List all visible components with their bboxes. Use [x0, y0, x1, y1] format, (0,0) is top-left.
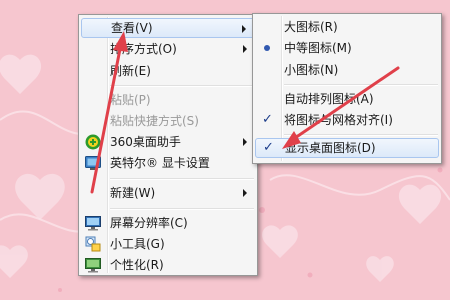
annotation-arrows — [90, 31, 400, 194]
arrowhead-icon — [113, 31, 128, 52]
annotation-arrow-view — [90, 42, 123, 194]
arrowhead-icon — [282, 131, 301, 149]
annotation-arrow-show-icons — [290, 66, 400, 142]
